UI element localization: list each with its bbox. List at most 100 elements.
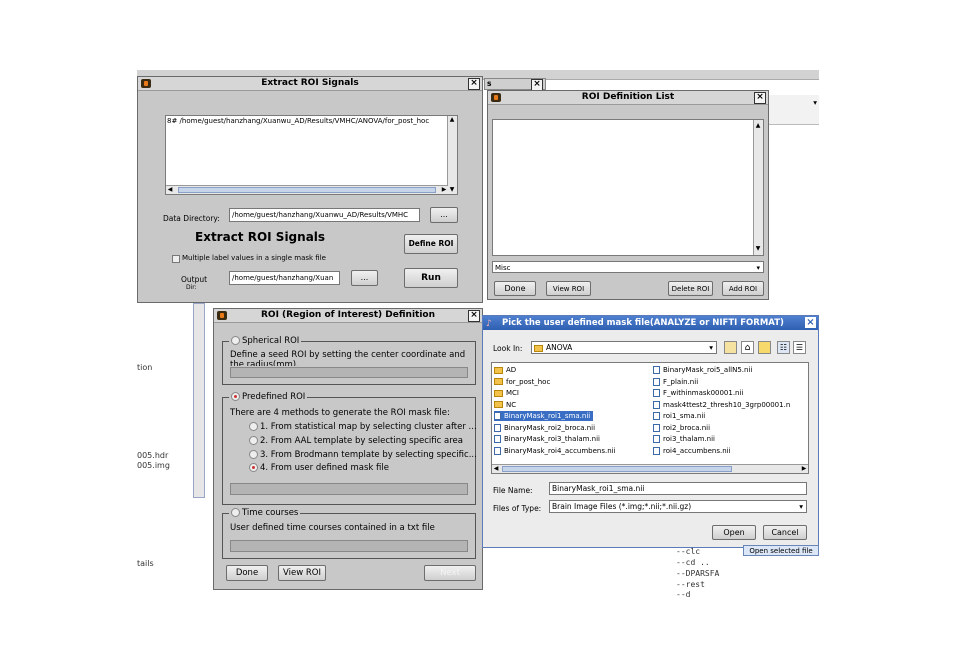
run-button[interactable]: Run [404, 268, 458, 288]
radio-icon[interactable] [249, 450, 258, 459]
radio-icon[interactable] [249, 422, 258, 431]
radio-icon[interactable] [249, 463, 258, 472]
radio-icon[interactable] [249, 436, 258, 445]
file-item[interactable]: BinaryMask_roi4_accumbens.nii [494, 446, 616, 456]
scroll-left-icon[interactable]: ◀ [166, 186, 174, 194]
file-dialog: ♪ Pick the user defined mask file(ANALYZ… [482, 315, 819, 548]
delete-roi-button[interactable]: Delete ROI [668, 281, 713, 296]
predefined-roi-radio[interactable]: Predefined ROI [229, 392, 308, 402]
spherical-roi-radio[interactable]: Spherical ROI [229, 336, 302, 346]
scroll-left-icon[interactable]: ◀ [492, 465, 500, 473]
subject-list[interactable]: 8# /home/guest/hanzhang/Xuanwu_AD/Result… [165, 115, 458, 195]
multiple-label-text: Multiple label values in a single mask f… [182, 254, 326, 262]
chevron-down-icon[interactable]: ▾ [756, 262, 760, 272]
home-icon[interactable]: ⌂ [741, 341, 754, 354]
vertical-scrollbar[interactable]: ▲ ▼ [447, 116, 457, 194]
folder-item-ad[interactable]: AD [494, 365, 516, 375]
close-icon[interactable]: × [805, 317, 816, 328]
chevron-down-icon[interactable]: ▾ [799, 501, 803, 512]
done-button[interactable]: Done [494, 281, 536, 296]
spherical-roi-text2: the radius(mm). [230, 360, 299, 366]
data-directory-field[interactable]: /home/guest/hanzhang/Xuanwu_AD/Results/V… [229, 208, 420, 222]
method-option-1[interactable]: 1. From statistical map by selecting clu… [249, 422, 477, 432]
chevron-down-icon[interactable]: ▾ [709, 342, 713, 353]
output-browse-button[interactable]: ... [351, 270, 378, 286]
radio-icon[interactable] [231, 336, 240, 345]
file-item[interactable]: mask4ttest2_thresh10_3grp00001.n [653, 400, 790, 410]
list-view-icon[interactable]: ☷ [777, 341, 790, 354]
details-view-icon[interactable]: ☰ [793, 341, 806, 354]
background-left-panel: tion 005.hdr 005.img tails [137, 303, 207, 598]
file-dialog-titlebar[interactable]: ♪ Pick the user defined mask file(ANALYZ… [483, 316, 818, 330]
horizontal-scrollbar[interactable]: ◀ ▶ [492, 464, 808, 473]
vertical-scrollbar[interactable]: ▲ ▼ [753, 120, 763, 255]
done-button[interactable]: Done [226, 565, 268, 581]
view-roi-button[interactable]: View ROI [546, 281, 591, 296]
file-item[interactable]: roi2_broca.nii [653, 423, 710, 433]
new-folder-icon[interactable] [758, 341, 771, 354]
file-item[interactable]: roi3_thalam.nii [653, 434, 715, 444]
file-list[interactable]: AD for_post_hoc MCI NC BinaryMask_roi1_s… [491, 362, 809, 474]
background-scrollbar[interactable] [193, 303, 205, 498]
file-item[interactable]: BinaryMask_roi2_broca.nii [494, 423, 595, 433]
method-option-4[interactable]: 4. From user defined mask file [249, 463, 389, 473]
scroll-right-icon[interactable]: ▶ [800, 465, 808, 473]
file-item[interactable]: BinaryMask_roi5_allN5.nii [653, 365, 752, 375]
file-name: mask4ttest2_thresh10_3grp00001.n [663, 400, 791, 409]
radio-icon[interactable] [231, 508, 240, 517]
method-option-2[interactable]: 2. From AAL template by selecting specif… [249, 436, 463, 446]
file-item[interactable]: F_withinmask00001.nii [653, 388, 743, 398]
file-item[interactable]: roi1_sma.nii [653, 411, 705, 421]
folder-item-mci[interactable]: MCI [494, 388, 519, 398]
view-roi-button[interactable]: View ROI [278, 565, 326, 581]
background-tab-strip: s × [484, 78, 546, 91]
define-roi-button[interactable]: Define ROI [404, 234, 458, 254]
method-label: 2. From AAL template by selecting specif… [260, 436, 463, 446]
file-name: F_plain.nii [663, 377, 699, 386]
look-in-select[interactable]: ANOVA ▾ [531, 341, 717, 354]
file-icon [494, 446, 501, 455]
close-icon[interactable]: × [468, 310, 480, 322]
folder-item-for-post-hoc[interactable]: for_post_hoc [494, 377, 550, 387]
cancel-button[interactable]: Cancel [763, 525, 807, 540]
scroll-down-icon[interactable]: ▼ [754, 245, 762, 253]
roi-list-titlebar[interactable]: ROI Definition List × [488, 91, 768, 105]
file-name: BinaryMask_roi5_allN5.nii [663, 366, 753, 374]
file-list-col-1: AD for_post_hoc MCI NC BinaryMask_roi1_s… [494, 365, 649, 463]
file-icon [653, 389, 660, 397]
file-item-selected[interactable]: BinaryMask_roi1_sma.nii [494, 411, 594, 421]
open-button[interactable]: Open [712, 525, 756, 540]
file-item[interactable]: roi4_accumbens.nii [653, 446, 731, 456]
time-courses-radio[interactable]: Time courses [229, 508, 301, 518]
scroll-up-icon[interactable]: ▲ [448, 116, 456, 124]
extract-roi-titlebar[interactable]: Extract ROI Signals × [138, 77, 482, 91]
scroll-down-icon[interactable]: ▼ [448, 186, 456, 194]
scroll-thumb[interactable] [178, 187, 436, 193]
method-option-3[interactable]: 3. From Brodmann template by selecting s… [249, 450, 477, 460]
horizontal-scrollbar[interactable]: ◀ ▶ [166, 185, 448, 194]
scroll-up-icon[interactable]: ▲ [754, 122, 762, 130]
roi-type-select[interactable]: Misc ▾ [492, 261, 764, 273]
folder-item-nc[interactable]: NC [494, 400, 516, 410]
chevron-down-icon[interactable]: ▾ [813, 98, 817, 107]
close-icon[interactable]: × [754, 92, 766, 104]
scroll-thumb[interactable] [502, 466, 732, 472]
close-icon[interactable]: × [468, 78, 480, 90]
roi-definition-titlebar[interactable]: ROI (Region of Interest) Definition × [214, 309, 482, 323]
data-directory-browse-button[interactable]: ... [430, 207, 458, 223]
next-button[interactable]: Next [424, 565, 476, 581]
radio-icon[interactable] [231, 392, 240, 401]
up-folder-icon[interactable] [724, 341, 737, 354]
subject-list-item[interactable]: 8# /home/guest/hanzhang/Xuanwu_AD/Result… [167, 117, 429, 125]
background-label-img: 005.img [137, 461, 170, 470]
scroll-right-icon[interactable]: ▶ [440, 186, 448, 194]
roi-list[interactable]: ▲ ▼ [492, 119, 764, 256]
file-name-input[interactable]: BinaryMask_roi1_sma.nii [549, 482, 807, 495]
output-directory-field[interactable]: /home/guest/hanzhang/Xuan [229, 271, 340, 285]
multiple-label-checkbox[interactable] [172, 255, 180, 263]
file-icon [653, 435, 660, 443]
file-item[interactable]: F_plain.nii [653, 377, 698, 387]
file-type-select[interactable]: Brain Image Files (*.img;*.nii;*.nii.gz)… [549, 500, 807, 513]
add-roi-button[interactable]: Add ROI [722, 281, 764, 296]
file-item[interactable]: BinaryMask_roi3_thalam.nii [494, 434, 600, 444]
